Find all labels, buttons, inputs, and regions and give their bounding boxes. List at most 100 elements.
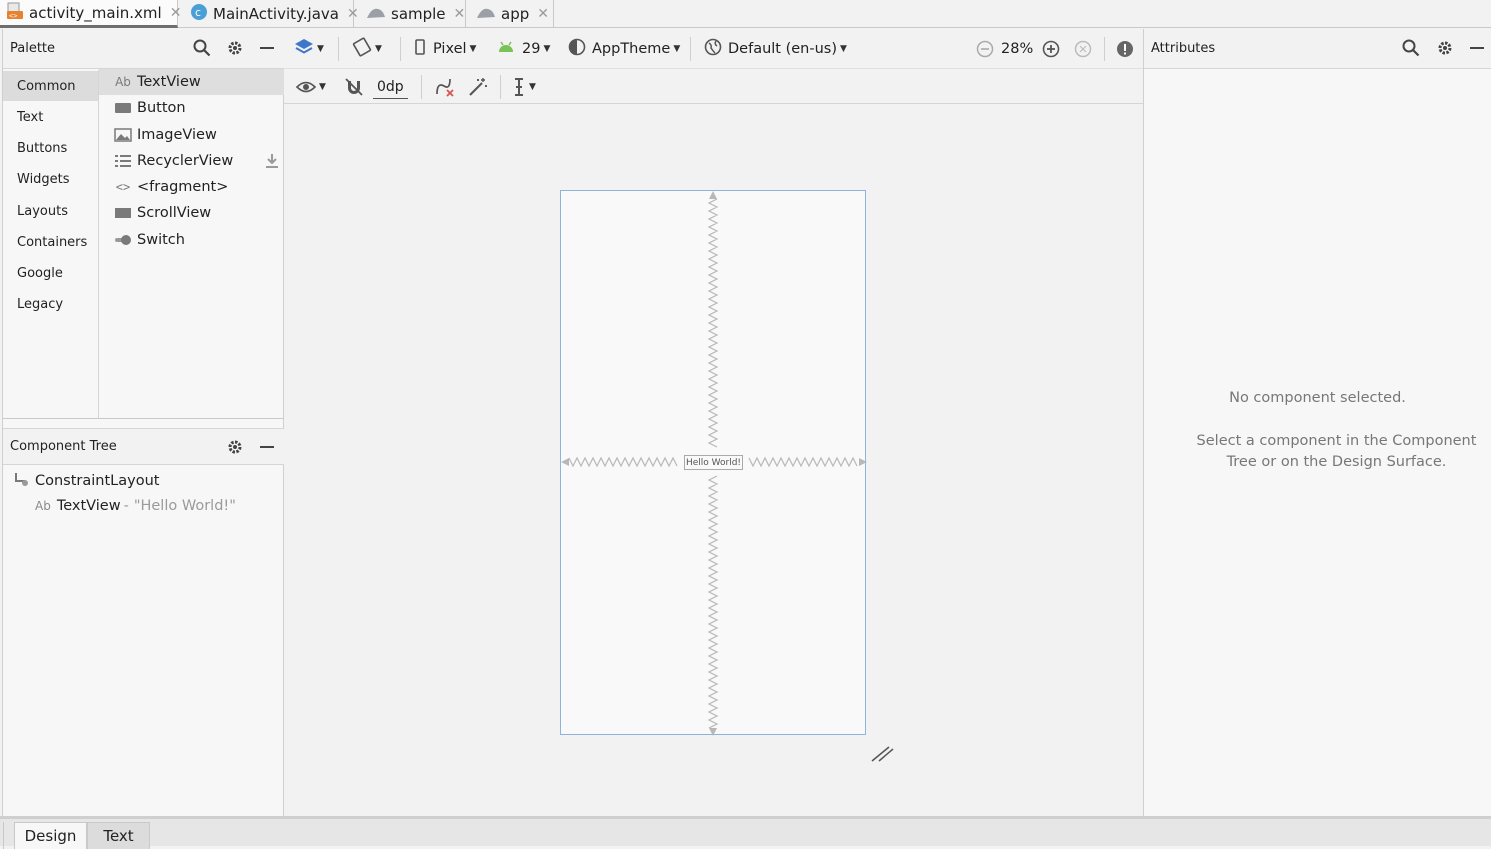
theme-label: AppTheme (592, 41, 671, 57)
minimize-icon[interactable] (257, 437, 277, 457)
close-icon[interactable]: ✕ (537, 6, 549, 22)
tab-main-activity-java[interactable]: c MainActivity.java ✕ (184, 0, 359, 27)
chevron-down-icon: ▼ (317, 44, 324, 54)
android-module-icon (366, 5, 386, 23)
view-options-button[interactable]: ▼ (296, 75, 326, 99)
palette-header: Palette (3, 29, 284, 69)
zoom-fit-icon (1074, 40, 1092, 58)
device-select[interactable]: Pixel ▼ (415, 37, 476, 61)
hint-line: Tree or on the Design Surface. (1226, 454, 1447, 470)
component-tree-header: Component Tree (3, 428, 284, 465)
palette-item-textview[interactable]: Ab TextView (99, 69, 284, 95)
autoconnect-toggle[interactable] (344, 75, 364, 99)
palette-category[interactable]: Widgets (3, 164, 98, 194)
palette-item-switch[interactable]: Switch (99, 227, 284, 253)
tab-text[interactable]: Text (87, 822, 150, 849)
rotate-icon (352, 37, 372, 61)
button-icon (113, 100, 133, 116)
layers-icon (294, 37, 314, 61)
close-icon[interactable]: ✕ (170, 5, 182, 21)
code-brackets-icon: <> (115, 180, 131, 194)
locale-select[interactable]: Default (en-us) ▼ (704, 37, 847, 61)
minimize-icon[interactable] (1467, 38, 1487, 58)
tab-label: activity_main.xml (29, 3, 162, 22)
chevron-down-icon: ▼ (840, 44, 847, 54)
close-icon[interactable]: ✕ (454, 6, 466, 22)
guidelines-button[interactable]: ▼ (512, 75, 536, 99)
search-icon[interactable] (192, 38, 212, 58)
palette-category[interactable]: Common (3, 71, 98, 101)
tree-node-sep: - (123, 498, 129, 514)
locale-label: Default (en-us) (728, 41, 837, 57)
tree-node-label: TextView (56, 498, 121, 514)
zoom-out-icon (976, 40, 994, 58)
palette-item-label: RecyclerView (137, 153, 234, 169)
chevron-down-icon: ▼ (543, 44, 551, 54)
gear-icon[interactable] (225, 437, 245, 457)
download-icon[interactable] (265, 153, 279, 173)
palette-category[interactable]: Text (3, 102, 98, 132)
magnet-off-icon (345, 78, 363, 96)
palette-item-recyclerview[interactable]: RecyclerView (99, 148, 284, 174)
tree-node-text: "Hello World!" (133, 498, 236, 514)
tab-app[interactable]: app ✕ (470, 0, 554, 27)
attributes-title: Attributes (1151, 41, 1216, 56)
gear-icon[interactable] (225, 38, 245, 58)
zoom-out-button[interactable] (976, 37, 994, 61)
minimize-icon[interactable] (257, 38, 277, 58)
palette-category[interactable]: Legacy (3, 289, 98, 319)
zoom-level: 28% (1001, 41, 1034, 57)
palette-item-imageview[interactable]: ImageView (99, 122, 284, 148)
palette-category[interactable]: Buttons (3, 133, 98, 163)
tab-label: sample (391, 4, 446, 23)
tree-node-constraintlayout[interactable]: ConstraintLayout (13, 469, 159, 493)
hello-world-textview[interactable]: Hello World! (684, 455, 743, 470)
palette-item-fragment[interactable]: <> <fragment> (99, 174, 284, 200)
palette-item-label: Button (137, 100, 186, 116)
tab-label: app (501, 4, 530, 23)
divider (690, 37, 691, 61)
api-level-select[interactable]: 29 ▼ (498, 37, 550, 61)
divider (500, 75, 501, 99)
design-editor: ▼ ▼ Pixel ▼ 29 ▼ AppTheme ▼ Default (en-… (284, 29, 1143, 817)
search-icon[interactable] (1401, 38, 1421, 58)
chevron-down-icon: ▼ (673, 44, 681, 54)
switch-icon (113, 232, 133, 248)
device-preview[interactable]: Hello World! (560, 190, 867, 736)
palette-category[interactable]: Containers (3, 227, 98, 257)
editor-tab-bar: <> activity_main.xml ✕ c MainActivity.ja… (0, 0, 1491, 28)
divider (3, 418, 284, 419)
tab-sample[interactable]: sample ✕ (360, 0, 466, 27)
no-selection-hint: Select a component in the Component Tree… (1144, 431, 1491, 473)
palette-category[interactable]: Layouts (3, 196, 98, 226)
zoom-fit-button[interactable] (1074, 37, 1092, 61)
palette-title: Palette (10, 41, 56, 56)
component-tree-title: Component Tree (10, 439, 117, 454)
gear-icon[interactable] (1435, 38, 1455, 58)
clear-constraints-button[interactable] (434, 75, 456, 99)
align-icon (515, 78, 523, 96)
infer-constraints-button[interactable] (467, 75, 489, 99)
magic-wand-icon (469, 78, 487, 96)
no-selection-title: No component selected. (1229, 390, 1406, 406)
resize-handle[interactable] (869, 737, 895, 767)
warnings-button[interactable] (1116, 37, 1134, 61)
tab-activity-main-xml[interactable]: <> activity_main.xml ✕ (0, 0, 181, 28)
close-icon[interactable]: ✕ (347, 6, 359, 22)
theme-select[interactable]: AppTheme ▼ (568, 37, 680, 61)
divider (338, 37, 339, 61)
palette-item-label: ImageView (137, 127, 217, 143)
zoom-in-button[interactable] (1042, 37, 1060, 61)
svg-text:c: c (195, 6, 201, 19)
palette-item-label: Switch (137, 232, 185, 248)
palette-item-scrollview[interactable]: ScrollView (99, 200, 284, 226)
palette-category[interactable]: Google (3, 258, 98, 288)
tree-node-textview[interactable]: Ab TextView - "Hello World!" (35, 494, 236, 518)
design-surface-select[interactable]: ▼ (294, 37, 324, 61)
tab-design[interactable]: Design (14, 822, 87, 849)
palette-item-label: ScrollView (137, 205, 212, 221)
orientation-select[interactable]: ▼ (352, 37, 382, 61)
default-margin-input[interactable]: 0dp (373, 75, 408, 99)
palette-item-button[interactable]: Button (99, 95, 284, 121)
list-icon (113, 153, 133, 169)
